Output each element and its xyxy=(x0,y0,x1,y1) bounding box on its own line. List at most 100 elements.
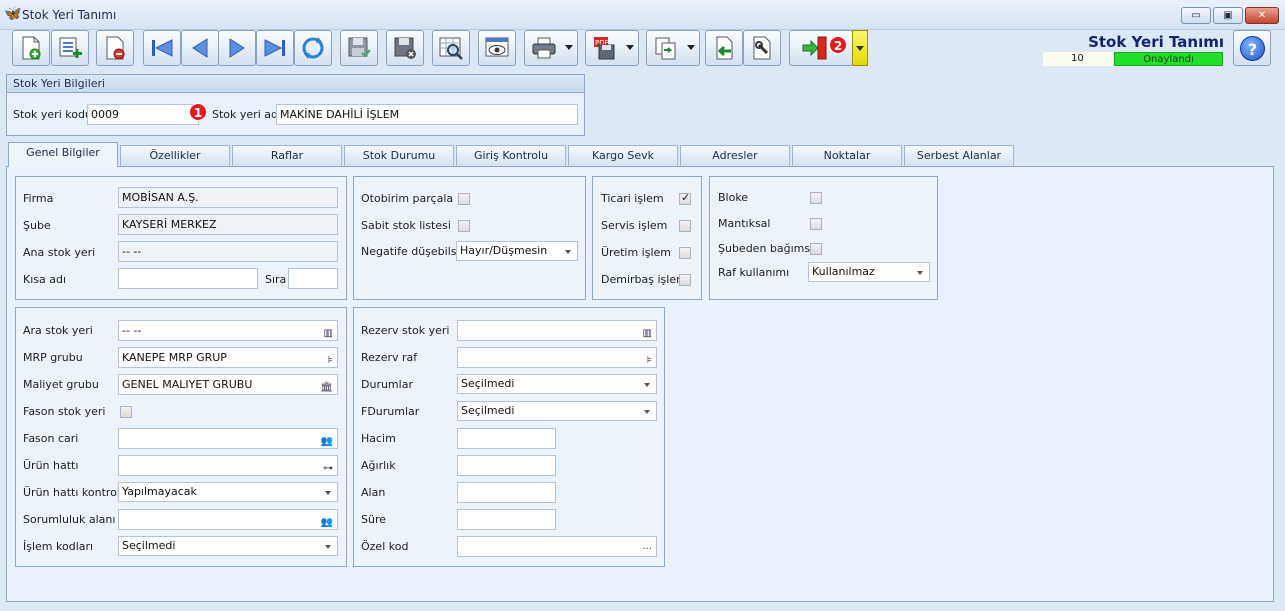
delete-record-button[interactable] xyxy=(96,30,134,66)
tab-general[interactable]: Genel Bilgiler xyxy=(8,142,118,167)
ticari-checkbox[interactable] xyxy=(679,191,691,205)
fason-cari-input[interactable]: 👥 xyxy=(118,428,338,449)
raf-select[interactable]: Kullanılmaz xyxy=(808,262,930,282)
fdurumlar-select[interactable]: Seçilmedi xyxy=(457,401,657,421)
sorumluluk-input[interactable]: 👥 xyxy=(118,509,338,530)
urun-hatti-input[interactable]: ⊶ xyxy=(118,455,338,476)
stock-code-input[interactable]: 0009 xyxy=(87,104,199,125)
stock-name-label: Stok yeri adı xyxy=(212,108,282,121)
sube-label: Şube xyxy=(23,219,51,232)
next-record-button[interactable] xyxy=(218,30,256,66)
rezerv-stok-input[interactable]: ▥ xyxy=(457,320,657,341)
sabit-checkbox[interactable] xyxy=(458,220,470,232)
new-record-button[interactable] xyxy=(12,30,50,66)
tree-icon[interactable]: ⊧ xyxy=(328,351,333,367)
butterfly-app-icon: 🦋 xyxy=(4,6,22,22)
save-disk-icon xyxy=(348,37,371,58)
tab-stock-status[interactable]: Stok Durumu xyxy=(344,145,454,166)
barcode-icon[interactable]: ▥ xyxy=(643,324,652,340)
fason-stok-checkbox[interactable] xyxy=(120,406,132,418)
exit-dropdown-button[interactable] xyxy=(852,30,868,66)
urun-kontrol-select[interactable]: Yapılmayacak xyxy=(118,482,338,502)
barcode-icon[interactable]: ▥ xyxy=(324,324,333,340)
sure-input[interactable] xyxy=(457,509,556,530)
uretim-label: Üretim işlem xyxy=(601,246,672,259)
durumlar-label: Durumlar xyxy=(361,378,413,391)
previous-record-button[interactable] xyxy=(181,30,219,66)
kisa-adi-label: Kısa adı xyxy=(23,273,67,286)
servis-checkbox[interactable] xyxy=(679,220,691,232)
mantiksal-checkbox[interactable] xyxy=(810,218,822,230)
copy-document-icon xyxy=(655,37,676,60)
ara-stok-input[interactable]: -- -- ▥ xyxy=(118,320,338,341)
refresh-icon xyxy=(302,37,324,59)
copy-button[interactable] xyxy=(646,30,700,66)
cancel-save-button[interactable] xyxy=(386,30,424,66)
ozel-kod-input[interactable]: ··· xyxy=(457,536,657,557)
sira-label: Sıra xyxy=(265,273,287,286)
preview-button[interactable] xyxy=(478,30,516,66)
durumlar-select[interactable]: Seçilmedi xyxy=(457,374,657,394)
negatif-select[interactable]: Hayır/Düşmesin xyxy=(456,241,578,261)
tab-custom-fields[interactable]: Serbest Alanlar xyxy=(904,145,1014,166)
users-icon[interactable]: 👥 xyxy=(321,513,333,529)
form-title: Stok Yeri Tanımı xyxy=(1088,33,1224,51)
tab-cargo[interactable]: Kargo Sevk xyxy=(568,145,678,166)
users-icon[interactable]: 👥 xyxy=(321,432,333,448)
tab-shelves[interactable]: Raflar xyxy=(232,145,342,166)
negatif-select-value: Hayır/Düşmesin xyxy=(460,244,548,257)
ellipsis-button[interactable]: ··· xyxy=(642,540,652,556)
demirbas-label: Demirbaş işlem xyxy=(601,273,687,286)
mrp-label: MRP grubu xyxy=(23,351,83,364)
export-pdf-button[interactable]: PDF xyxy=(585,30,639,66)
status-badge: Onaylandı xyxy=(1114,52,1223,66)
subeden-label: Şubeden bağımsız xyxy=(718,242,819,255)
rezerv-raf-input[interactable]: ⊧ xyxy=(457,347,657,368)
otobirim-checkbox[interactable] xyxy=(458,193,470,205)
production-line-icon[interactable]: ⊶ xyxy=(323,459,333,475)
tab-features[interactable]: Özellikler xyxy=(120,145,230,166)
search-grid-button[interactable] xyxy=(432,30,470,66)
hacim-input[interactable] xyxy=(457,428,556,449)
maliyet-input[interactable]: GENEL MALIYET GRUBU 🏛 xyxy=(118,374,338,395)
close-button[interactable]: ✕ xyxy=(1245,7,1279,24)
first-icon xyxy=(152,39,173,57)
callout-badge-1: 1 xyxy=(189,103,207,121)
mrp-input[interactable]: KANEPE MRP GRUP ⊧ xyxy=(118,347,338,368)
help-button[interactable]: ? xyxy=(1233,30,1271,66)
document-wrench-icon xyxy=(753,36,771,60)
tab-points[interactable]: Noktalar xyxy=(792,145,902,166)
discard-disk-icon xyxy=(394,37,416,59)
stock-name-input[interactable]: MAKİNE DAHİLİ İŞLEM xyxy=(276,104,578,125)
minimize-button[interactable]: ▭ xyxy=(1181,7,1211,24)
import-button[interactable] xyxy=(705,30,743,66)
islem-select[interactable]: Seçilmedi xyxy=(118,536,338,556)
kisa-adi-input[interactable] xyxy=(118,268,258,289)
exit-door-icon xyxy=(802,36,827,60)
refresh-button[interactable] xyxy=(294,30,332,66)
islem-value: Seçilmedi xyxy=(122,539,176,552)
settings-button[interactable] xyxy=(743,30,781,66)
sira-input[interactable] xyxy=(288,268,338,289)
save-button[interactable] xyxy=(340,30,378,66)
rezerv-stok-label: Rezerv stok yeri xyxy=(361,324,450,337)
firma-field: MOBİSAN A.Ş. xyxy=(118,187,338,208)
last-record-button[interactable] xyxy=(256,30,294,66)
bank-icon[interactable]: 🏛 xyxy=(320,378,333,394)
subeden-checkbox[interactable] xyxy=(810,243,822,255)
agirlik-input[interactable] xyxy=(457,455,556,476)
tab-entry-control[interactable]: Giriş Kontrolu xyxy=(456,145,566,166)
print-button[interactable] xyxy=(524,30,578,66)
ara-stok-value: -- -- xyxy=(122,324,142,337)
demirbas-checkbox[interactable] xyxy=(679,274,691,286)
maximize-button[interactable]: ▣ xyxy=(1213,7,1243,24)
uretim-checkbox[interactable] xyxy=(679,247,691,259)
chevron-down-icon xyxy=(917,271,923,275)
chevron-down-icon xyxy=(565,250,571,254)
alan-input[interactable] xyxy=(457,482,556,503)
tab-addresses[interactable]: Adresler xyxy=(680,145,790,166)
add-row-button[interactable] xyxy=(51,30,89,66)
first-record-button[interactable] xyxy=(143,30,181,66)
tree-icon[interactable]: ⊧ xyxy=(647,351,652,367)
bloke-checkbox[interactable] xyxy=(810,192,822,204)
